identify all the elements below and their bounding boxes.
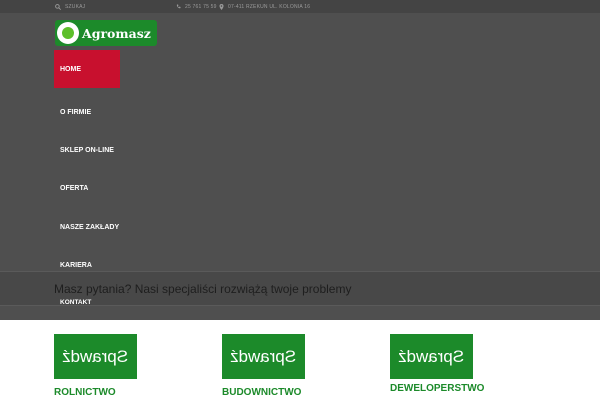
top-bar: SZUKAJ 25 761 75 59 07-411 RZEKUN UL. KO… <box>0 0 600 13</box>
nav-item-o-firmie[interactable]: O FIRMIE <box>54 93 120 131</box>
nav-item-home[interactable]: HOME <box>54 50 120 88</box>
nav-item-label: SKLEP ON-LINE <box>60 146 114 154</box>
sprawdz-label: Sprawdź <box>62 346 129 366</box>
category-label-deweloperstwo[interactable]: DEWELOPERSTWO <box>390 383 484 394</box>
sprawdz-button-deweloperstwo[interactable]: Sprawdź <box>390 334 473 379</box>
search-link[interactable]: SZUKAJ <box>55 0 85 13</box>
sprawdz-label: Sprawdź <box>398 346 465 366</box>
nav-item-sklep-on-line[interactable]: SKLEP ON-LINE <box>54 131 120 169</box>
sprawdz-button-rolnictwo[interactable]: Sprawdź <box>54 334 137 379</box>
phone-info[interactable]: 25 761 75 59 <box>176 0 217 13</box>
address-text: 07-411 RZEKUN UL. KOLONIA 16 <box>228 3 311 10</box>
nav-item-oferta[interactable]: OFERTA <box>54 169 120 207</box>
nav-item-label: KARIERA <box>60 261 92 269</box>
banner-text: Masz pytania? Nasi specjaliści rozwiążą … <box>54 282 352 296</box>
sprawdz-label: Sprawdź <box>230 346 297 366</box>
phone-number: 25 761 75 59 <box>185 3 217 10</box>
nav-item-label: NASZE ZAKŁADY <box>60 223 120 231</box>
logo-emblem-icon <box>57 22 79 44</box>
nav-item-kontakt[interactable]: KONTAKT <box>60 299 91 306</box>
phone-icon <box>176 4 181 9</box>
brand-logo[interactable]: Agromasz <box>55 20 157 46</box>
search-icon <box>55 3 61 10</box>
map-pin-icon <box>219 3 224 10</box>
category-label-rolnictwo[interactable]: ROLNICTWO <box>54 387 116 398</box>
nav-item-label: OFERTA <box>60 184 89 192</box>
category-label-budownictwo[interactable]: BUDOWNICTWO <box>222 387 301 398</box>
nav-item-label: HOME <box>60 65 81 73</box>
address-info: 07-411 RZEKUN UL. KOLONIA 16 <box>219 0 310 13</box>
logo-text: Agromasz <box>82 25 151 41</box>
nav-item-label: O FIRMIE <box>60 108 92 116</box>
sprawdz-button-budownictwo[interactable]: Sprawdź <box>222 334 305 379</box>
search-label: SZUKAJ <box>65 3 86 10</box>
nav-item-nasze-zaklady[interactable]: NASZE ZAKŁADY <box>54 208 120 246</box>
